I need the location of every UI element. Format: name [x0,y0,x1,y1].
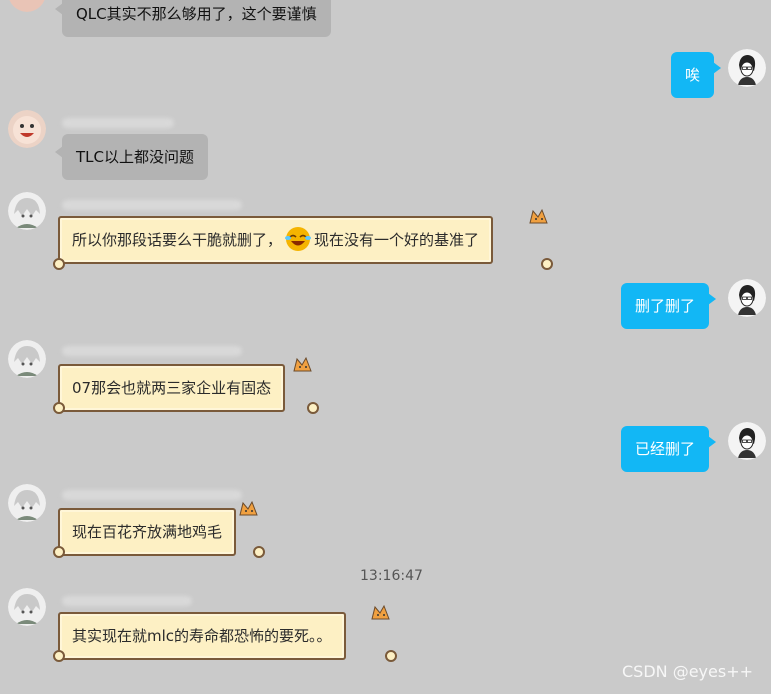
message-bubble[interactable]: 删了删了 [621,283,717,329]
cartoon-face-icon [8,110,46,148]
message-bubble[interactable]: QLC其实不那么够用了，这个要谨慎 [55,0,331,37]
sketch-person-icon [728,422,766,460]
avatar-me[interactable] [728,279,766,317]
cat-decoration-icon [293,356,312,372]
message-text-part: 所以你那段话要么干脆就删了， [72,231,283,249]
scroll-curl [385,650,397,662]
avatar-peer2[interactable] [8,192,46,230]
scroll-curl [53,402,65,414]
message-text-part: 现在没有一个好的基准了 [314,231,480,249]
scroll-curl [53,650,65,662]
avatar-peer1[interactable] [8,110,46,148]
avatar-peer1-partial[interactable] [8,0,46,12]
message-text: 已经删了 [635,440,696,458]
message-bubble[interactable]: TLC以上都没问题 [55,134,208,180]
avatar-peer2[interactable] [8,484,46,522]
message-bubble[interactable]: 07那会也就两三家企业有固态 [58,364,286,412]
anime-girl-icon [8,484,46,522]
scroll-curl [253,546,265,558]
message-text: 其实现在就mlc的寿命都恐怖的要死。。 [72,627,332,645]
message-bubble[interactable]: 其实现在就mlc的寿命都恐怖的要死。。 [58,612,346,660]
laughing-crying-emoji-icon [285,227,312,251]
anime-girl-icon [8,588,46,626]
message-text: 07那会也就两三家企业有固态 [72,379,272,397]
anime-girl-icon [8,340,46,378]
message-bubble[interactable]: 已经删了 [621,426,717,472]
message-bubble[interactable]: 所以你那段话要么干脆就删了， 现在没有一个好的基准了 [58,216,494,264]
message-timestamp: 13:16:47 [360,568,423,584]
sketch-person-icon [728,49,766,87]
cat-decoration-icon [371,604,390,620]
sketch-person-icon [728,279,766,317]
message-text: TLC以上都没问题 [76,148,194,166]
avatar-me[interactable] [728,49,766,87]
message-bubble[interactable]: 唉 [671,52,722,98]
scroll-curl [53,546,65,558]
blurred-nickname [62,200,242,210]
message-text: 现在百花齐放满地鸡毛 [72,523,223,541]
avatar-me[interactable] [728,422,766,460]
avatar-peer2[interactable] [8,588,46,626]
message-text: 删了删了 [635,297,696,315]
avatar-peer2[interactable] [8,340,46,378]
message-text: 唉 [685,66,701,84]
blurred-nickname [62,118,174,128]
scroll-curl [541,258,553,270]
message-bubble[interactable]: 现在百花齐放满地鸡毛 [58,508,237,556]
cat-decoration-icon [529,208,548,224]
scroll-curl [307,402,319,414]
blurred-nickname [62,490,242,500]
cat-decoration-icon [239,500,258,516]
anime-girl-icon [8,192,46,230]
cartoon-face-icon [9,0,45,12]
blurred-nickname [62,346,242,356]
blurred-nickname [62,596,192,606]
csdn-watermark: CSDN @eyes++ [622,662,754,681]
message-text: QLC其实不那么够用了，这个要谨慎 [76,5,317,23]
scroll-curl [53,258,65,270]
